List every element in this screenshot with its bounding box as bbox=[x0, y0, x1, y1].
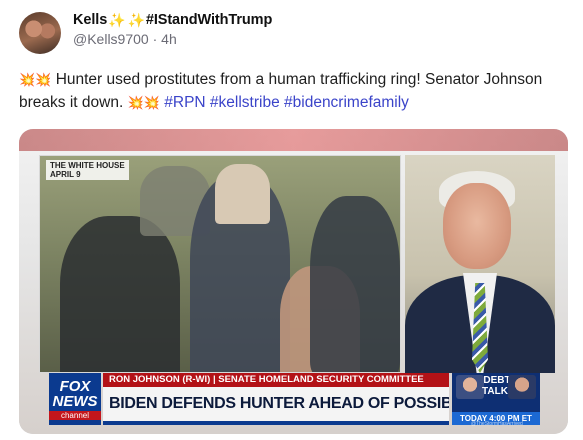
hashtag-link[interactable]: #RPN bbox=[164, 94, 205, 111]
post-card: Kells ✨ ✨ #IStandWithTrump @Kells9700 · 4… bbox=[0, 0, 583, 440]
logo-line: channel bbox=[49, 410, 101, 420]
chyron-headline: BIDEN DEFENDS HUNTER AHEAD OF POSSIBLE C… bbox=[103, 387, 449, 421]
logo-line: FOX bbox=[59, 377, 91, 395]
face bbox=[443, 183, 511, 269]
promo-box: DEBT TALKS TODAY 4:00 PM ET bbox=[452, 373, 540, 425]
display-name-text: Kells bbox=[73, 12, 108, 28]
handle-row: @Kells9700 · 4h bbox=[73, 31, 177, 47]
video-left-panel: THE WHITE HOUSE APRIL 9 bbox=[39, 155, 401, 373]
person-figure bbox=[310, 196, 400, 372]
separator: · bbox=[152, 31, 158, 47]
user-handle[interactable]: @Kells9700 bbox=[73, 31, 149, 47]
studio-backdrop bbox=[19, 129, 568, 151]
chyron-footer bbox=[103, 421, 449, 425]
collision-icon: 💥 bbox=[127, 95, 144, 110]
post-time[interactable]: 4h bbox=[161, 31, 177, 47]
avatar[interactable] bbox=[19, 12, 61, 54]
display-name-suffix: #IStandWithTrump bbox=[145, 12, 273, 28]
person-figure bbox=[215, 164, 270, 224]
collision-icon: 💥 bbox=[35, 72, 52, 87]
location-caption: THE WHITE HOUSE APRIL 9 bbox=[46, 160, 129, 180]
promo-photo bbox=[508, 375, 536, 399]
person-figure bbox=[60, 216, 180, 372]
video-right-panel bbox=[405, 155, 555, 373]
hashtag-link[interactable]: #kellstribe bbox=[210, 94, 280, 111]
promo-photo bbox=[456, 375, 484, 399]
logo-line: NEWS bbox=[52, 392, 98, 410]
date-label: APRIL 9 bbox=[50, 170, 81, 179]
collision-icon: 💥 bbox=[143, 95, 160, 110]
fox-news-logo: FOX NEWS channel bbox=[49, 373, 101, 425]
chyron-top: RON JOHNSON (R-WI) | SENATE HOMELAND SEC… bbox=[103, 373, 449, 387]
post-body: Hunter used prostitutes from a human tra… bbox=[19, 71, 543, 111]
sparkles-icon: ✨ bbox=[108, 11, 126, 28]
location-label: THE WHITE HOUSE bbox=[50, 161, 125, 170]
video-player[interactable]: THE WHITE HOUSE APRIL 9 FOX NEWS channel… bbox=[19, 129, 568, 434]
collision-icon: 💥 bbox=[19, 72, 36, 87]
display-name[interactable]: Kells ✨ ✨ #IStandWithTrump bbox=[73, 10, 272, 30]
sparkles-icon: ✨ bbox=[127, 11, 145, 28]
hashtag-link[interactable]: #bidencrimefamily bbox=[284, 94, 409, 111]
post-text: 💥💥 Hunter used prostitutes from a human … bbox=[19, 68, 574, 114]
watermark: @TheStormHasArrived bbox=[471, 421, 523, 427]
